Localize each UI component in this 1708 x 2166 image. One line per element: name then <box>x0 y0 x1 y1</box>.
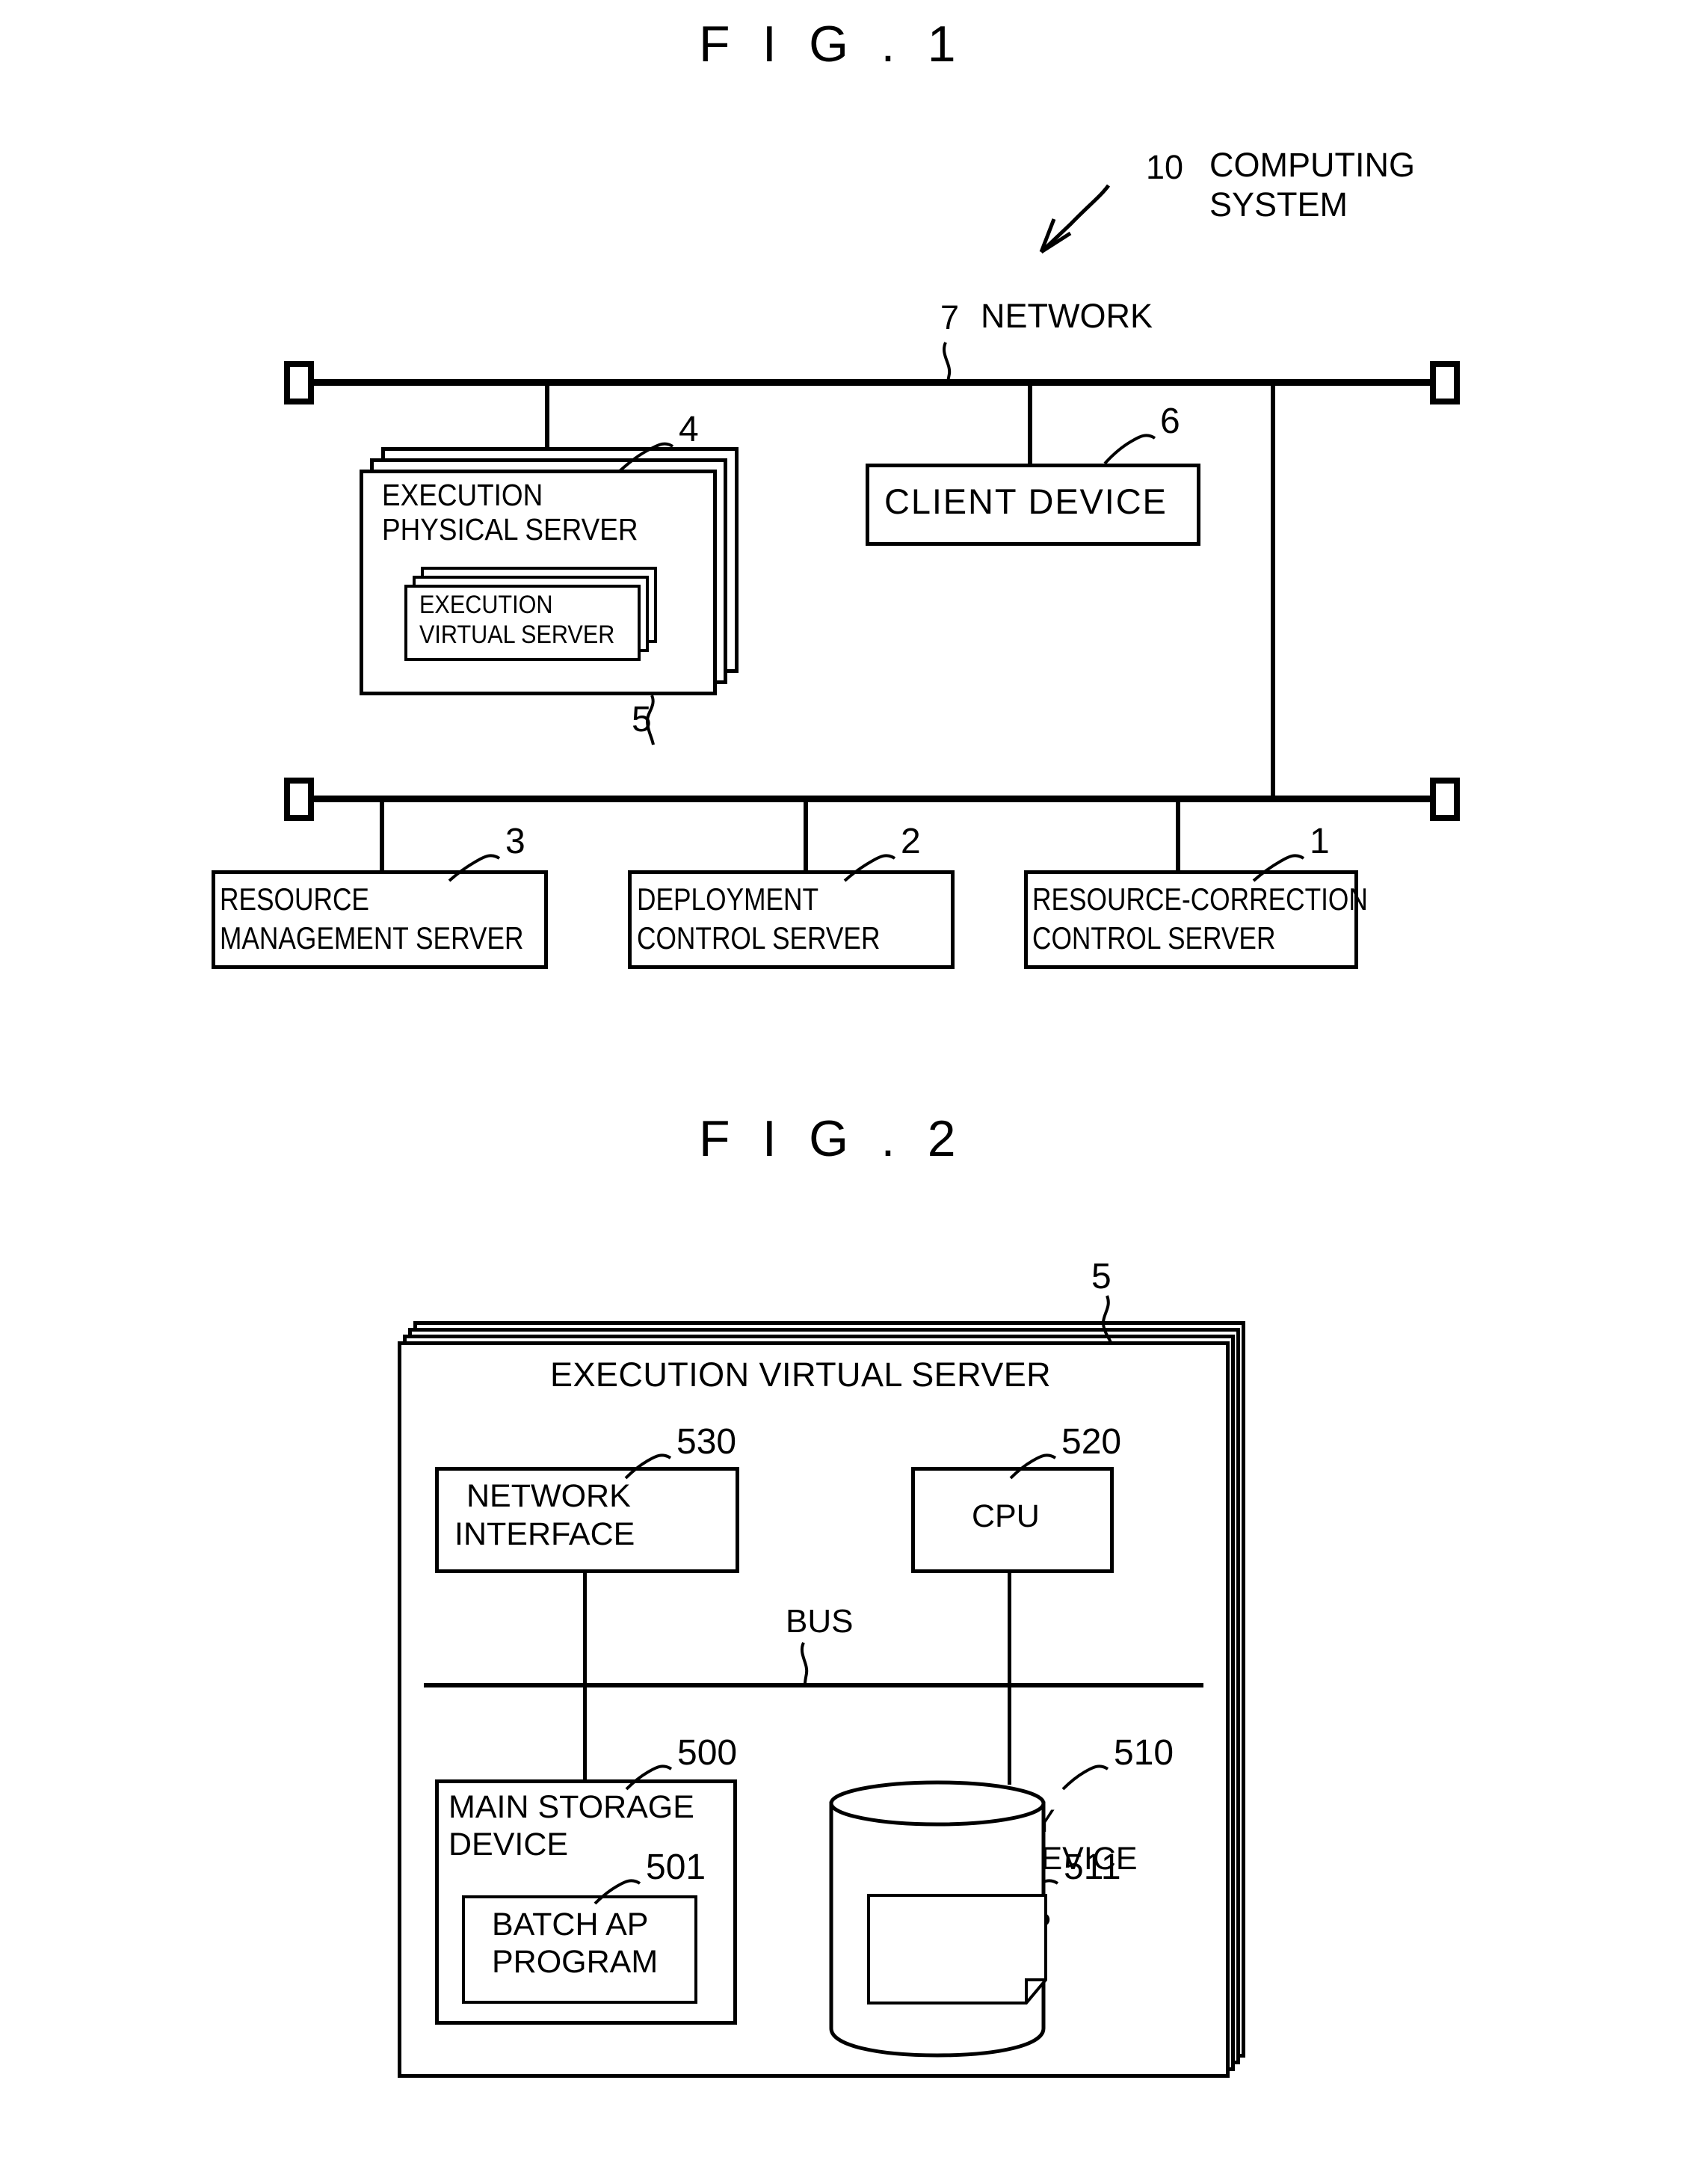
execution-physical-server-label-line1: EXECUTION <box>382 478 543 512</box>
drop-line-client-device <box>1028 382 1032 470</box>
bus-stub-cpu <box>1008 1572 1011 1686</box>
computing-system-arrowhead <box>1039 218 1072 254</box>
bus-terminator-bottom-left <box>284 778 314 821</box>
batch-ap-data-label-line2: DATA <box>895 1944 976 1980</box>
drop-line-resource-correction-control-server <box>1176 799 1180 873</box>
execution-physical-server-ref-number: 4 <box>679 410 699 449</box>
cpu-ref-number: 520 <box>1061 1422 1122 1462</box>
batch-ap-data-label-line1: BATCH AP <box>895 1907 1052 1942</box>
network-bus-right-link <box>1271 382 1275 799</box>
resource-correction-control-server-ref-number: 1 <box>1310 822 1330 861</box>
network-bus-bottom <box>312 796 1431 802</box>
internal-bus-line <box>424 1683 1203 1687</box>
main-storage-device-label-line2: DEVICE <box>448 1827 569 1862</box>
batch-ap-program-ref-number: 501 <box>646 1847 706 1887</box>
bus-terminator-top-right <box>1430 361 1460 404</box>
figure-2-title: F I G . 2 <box>699 1110 965 1167</box>
drop-line-deployment-control-server <box>804 799 808 873</box>
execution-physical-server-label-line2: PHYSICAL SERVER <box>382 512 638 547</box>
batch-ap-data-ref-number: 511 <box>1064 1847 1121 1887</box>
secondary-storage-device-label-line1: SECONDARY <box>852 1803 1055 1839</box>
bus-stub-secondary-storage <box>1008 1683 1011 1785</box>
figure-1-title: F I G . 1 <box>699 16 965 73</box>
client-device-leader-line <box>1103 434 1156 465</box>
resource-management-server-ref-number: 3 <box>505 822 525 861</box>
batch-ap-program-label-line2: PROGRAM <box>492 1944 659 1980</box>
execution-virtual-server-outer-label: EXECUTION VIRTUAL SERVER <box>550 1356 1052 1394</box>
execution-virtual-server-label-line1: EXECUTION <box>419 591 553 619</box>
network-interface-label-line2: INTERFACE <box>454 1516 635 1552</box>
patent-drawing-sheet: F I G . 1 10 COMPUTING SYSTEM 7 NETWORK … <box>0 0 1708 2166</box>
batch-ap-program-label-line1: BATCH AP <box>492 1907 649 1942</box>
client-device-label: CLIENT DEVICE <box>884 481 1168 521</box>
network-ref-number: 7 <box>940 298 960 336</box>
client-device-ref-number: 6 <box>1160 401 1180 441</box>
resource-correction-control-server-label-line1: RESOURCE-CORRECTION <box>1032 882 1368 917</box>
network-interface-label-line1: NETWORK <box>466 1478 631 1514</box>
deployment-control-server-label-line1: DEPLOYMENT <box>637 882 819 917</box>
network-interface-ref-number: 530 <box>676 1422 737 1462</box>
network-bus-top <box>312 379 1431 386</box>
main-storage-device-ref-number: 500 <box>677 1733 738 1773</box>
network-leader-line <box>943 342 952 384</box>
resource-management-server-label-line1: RESOURCE <box>220 882 369 917</box>
computing-system-ref-number: 10 <box>1146 148 1184 186</box>
cpu-label: CPU <box>972 1498 1040 1534</box>
deployment-control-server-ref-number: 2 <box>901 822 921 861</box>
drop-line-resource-management-server <box>380 799 384 873</box>
bus-stub-main-storage <box>583 1683 587 1782</box>
resource-correction-control-server-label-line2: CONTROL SERVER <box>1032 920 1276 956</box>
secondary-storage-device-ref-number: 510 <box>1114 1733 1174 1773</box>
execution-virtual-server-outer-ref-number: 5 <box>1091 1257 1112 1296</box>
computing-system-label-line1: COMPUTING <box>1209 146 1415 184</box>
bus-terminator-top-left <box>284 361 314 404</box>
bus-terminator-bottom-right <box>1430 778 1460 821</box>
bus-stub-network-interface <box>583 1572 587 1686</box>
computing-system-label-line2: SYSTEM <box>1209 185 1348 224</box>
deployment-control-server-label-line2: CONTROL SERVER <box>637 920 881 956</box>
bus-label: BUS <box>786 1603 854 1640</box>
network-label: NETWORK <box>981 297 1153 335</box>
computing-system-leader-arrow <box>1040 184 1111 253</box>
resource-management-server-label-line2: MANAGEMENT SERVER <box>220 920 524 956</box>
execution-virtual-server-ref-number: 5 <box>632 700 652 739</box>
main-storage-device-label-line1: MAIN STORAGE <box>448 1789 694 1825</box>
execution-virtual-server-label-line2: VIRTUAL SERVER <box>419 621 615 649</box>
